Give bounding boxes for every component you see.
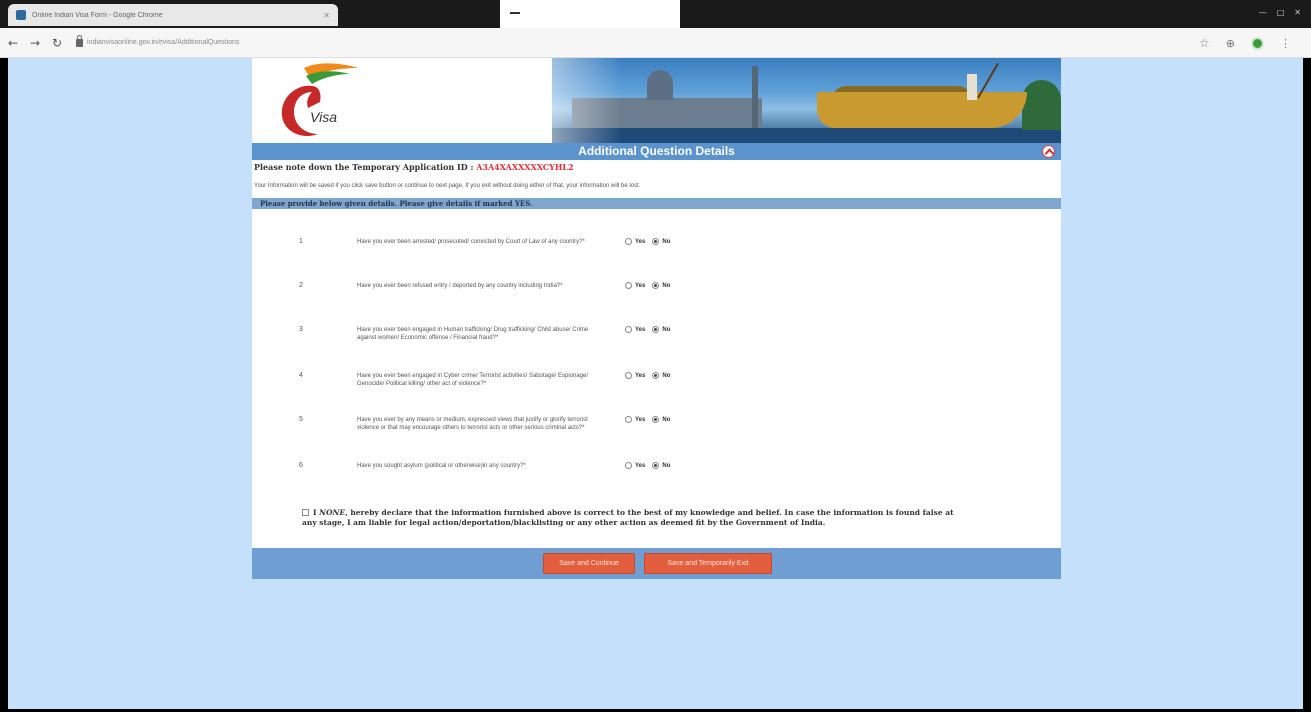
question-text: Have you ever been refused entry / depor… xyxy=(357,283,563,289)
browser-tab[interactable]: Online Indian Visa Form - Google Chrome … xyxy=(8,4,338,26)
banner-fade xyxy=(482,58,622,143)
temp-id-label: Please note down the Temporary Applicati… xyxy=(254,162,477,172)
question-text: Have you ever been engaged in Human traf… xyxy=(357,327,589,341)
instruction-bar: Please provide below given details. Plea… xyxy=(252,198,1061,209)
question-options: Yes No xyxy=(625,282,674,289)
question-options: Yes No xyxy=(625,462,674,469)
toolbar-right: ☆ ⊕ ⋮ xyxy=(1199,36,1291,50)
question-options: Yes No xyxy=(625,326,674,333)
scroll-up-icon[interactable] xyxy=(1042,145,1055,158)
profile-avatar-icon[interactable] xyxy=(1251,36,1264,50)
question-number: 1 xyxy=(299,238,303,245)
no-radio[interactable] xyxy=(652,462,660,469)
browser-toolbar: ← → ↻ indianvisaonline.gov.in/evisa/Addi… xyxy=(0,28,1311,58)
info-note: Your Information will be saved if you cl… xyxy=(254,183,641,189)
question-number: 2 xyxy=(299,282,303,289)
maximize-icon[interactable]: □ xyxy=(1277,8,1285,17)
no-radio[interactable] xyxy=(652,282,660,289)
question-text: Have you ever been arrested/ prosecuted/… xyxy=(357,239,585,245)
banner-dome xyxy=(647,70,673,100)
declaration-name: NONE xyxy=(319,508,346,517)
question-options: Yes No xyxy=(625,372,674,379)
instruction-text: Please provide below given details. Plea… xyxy=(260,199,533,208)
no-label: No xyxy=(662,282,671,289)
menu-dots-icon[interactable]: ⋮ xyxy=(1280,37,1291,50)
banner: Visa xyxy=(252,58,1061,143)
yes-radio[interactable] xyxy=(625,282,632,289)
yes-radio[interactable] xyxy=(625,416,632,423)
form-container: Visa Additional Question Details Please … xyxy=(252,58,1061,579)
tab-title: Online Indian Visa Form - Google Chrome xyxy=(32,11,163,19)
no-label: No xyxy=(662,326,671,333)
back-arrow-icon[interactable]: ← xyxy=(4,36,22,50)
no-radio[interactable] xyxy=(652,238,660,245)
forward-arrow-icon[interactable]: → xyxy=(26,36,44,50)
temp-id-value: A3A4XAXXXXXCYHL2 xyxy=(476,162,574,172)
yes-radio[interactable] xyxy=(625,372,632,379)
lock-icon xyxy=(76,34,83,47)
tab-close-icon[interactable]: ✕ xyxy=(323,11,330,20)
yes-label: Yes xyxy=(635,416,646,423)
question-text: Have you ever been engaged in Cyber crim… xyxy=(357,373,589,387)
window-controls: — □ ✕ xyxy=(1259,8,1301,17)
declaration-checkbox[interactable] xyxy=(302,509,309,516)
no-label: No xyxy=(662,462,671,469)
no-radio[interactable] xyxy=(652,416,660,423)
banner-tower xyxy=(752,66,758,128)
yes-label: Yes xyxy=(635,238,646,245)
no-label: No xyxy=(662,238,671,245)
no-radio[interactable] xyxy=(652,326,660,333)
banner-water xyxy=(552,128,1061,143)
yes-radio[interactable] xyxy=(625,462,632,469)
yes-label: Yes xyxy=(635,326,646,333)
section-header-bar: Additional Question Details xyxy=(252,143,1061,160)
no-label: No xyxy=(662,372,671,379)
window-titlebar: Online Indian Visa Form - Google Chrome … xyxy=(0,0,1311,28)
reload-icon[interactable]: ↻ xyxy=(48,36,66,50)
question-text: Have you ever by any means or medium, ex… xyxy=(357,417,588,431)
banner-trees xyxy=(1022,80,1061,130)
yes-radio[interactable] xyxy=(625,238,632,245)
no-radio[interactable] xyxy=(652,372,660,379)
url-text: indianvisaonline.gov.in/evisa/Additional… xyxy=(87,39,240,46)
question-options: Yes No xyxy=(625,416,674,423)
svg-text:Visa: Visa xyxy=(310,109,337,125)
page-title: Additional Question Details xyxy=(578,144,735,158)
tab-favicon-icon xyxy=(16,10,26,20)
evisa-logo: Visa xyxy=(281,63,358,136)
question-options: Yes No xyxy=(625,238,674,245)
question-number: 6 xyxy=(299,462,303,469)
yes-label: Yes xyxy=(635,282,646,289)
question-number: 4 xyxy=(299,372,303,379)
bookmark-star-icon[interactable]: ☆ xyxy=(1199,36,1210,50)
minimize-icon[interactable]: — xyxy=(1259,8,1267,17)
declaration: I NONE, hereby declare that the informat… xyxy=(302,508,962,528)
question-text: Have you sought asylum (political or oth… xyxy=(357,463,526,469)
temporary-application-id: Please note down the Temporary Applicati… xyxy=(254,162,574,172)
extension-icon[interactable]: ⊕ xyxy=(1226,37,1235,50)
declaration-text: , hereby declare that the information fu… xyxy=(302,508,954,527)
banner-boat xyxy=(817,92,1027,128)
save-and-exit-button[interactable]: Save and Temporarily Exit xyxy=(644,553,772,574)
page-viewport: Visa Additional Question Details Please … xyxy=(8,58,1303,709)
yes-label: Yes xyxy=(635,462,646,469)
close-window-icon[interactable]: ✕ xyxy=(1294,8,1301,17)
question-number: 5 xyxy=(299,416,303,423)
save-and-continue-button[interactable]: Save and Continue xyxy=(543,553,635,574)
tab-strip-area xyxy=(500,0,680,28)
no-label: No xyxy=(662,416,671,423)
yes-label: Yes xyxy=(635,372,646,379)
address-bar[interactable]: indianvisaonline.gov.in/evisa/Additional… xyxy=(76,34,240,47)
footer-bar: Save and Continue Save and Temporarily E… xyxy=(252,548,1061,579)
banner-boatman xyxy=(967,74,977,100)
question-number: 3 xyxy=(299,326,303,333)
yes-radio[interactable] xyxy=(625,326,632,333)
